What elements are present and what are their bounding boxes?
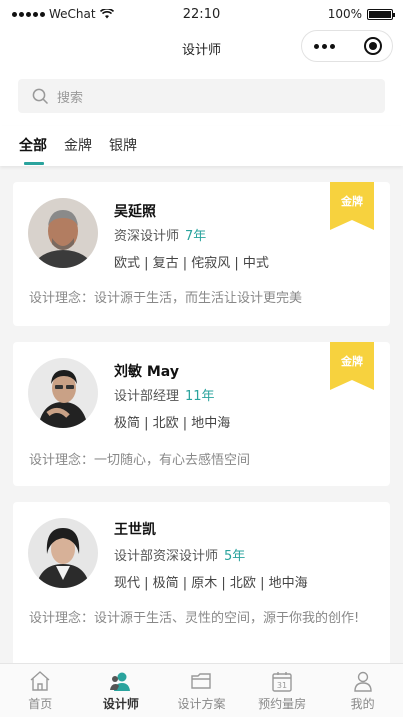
search-icon xyxy=(32,88,49,104)
close-target-icon[interactable] xyxy=(364,37,382,55)
designer-icon xyxy=(109,672,130,691)
tabbar-label: 设计师 xyxy=(102,697,139,711)
tabbar-label: 我的 xyxy=(350,697,375,711)
designer-role: 设计部资深设计师 5年 xyxy=(114,545,245,564)
role-title: 设计部资深设计师 xyxy=(114,549,219,564)
badge-label: 金牌 xyxy=(341,355,363,368)
status-bar: WeChat 22:10 100% xyxy=(0,0,403,30)
nav-bar: 设计师 xyxy=(0,30,403,66)
calendar-day-number: 31 xyxy=(277,681,287,690)
tabbar-label: 首页 xyxy=(28,697,53,711)
tabbar-item-home[interactable]: 首页 xyxy=(0,664,81,717)
avatar xyxy=(28,198,98,268)
design-styles: 欧式 | 复古 | 侘寂风 | 中式 xyxy=(114,256,269,271)
more-icon[interactable] xyxy=(314,43,335,49)
search-placeholder: 搜索 xyxy=(57,90,84,106)
gold-badge: 金牌 xyxy=(330,342,374,390)
gold-badge: 金牌 xyxy=(330,182,374,230)
design-philosophy: 设计理念：设计源于生活、灵性的空间，源于你我的创作! xyxy=(29,611,360,626)
battery-icon xyxy=(367,8,395,20)
tabbar-label: 设计方案 xyxy=(177,697,226,711)
designer-card[interactable]: 刘敏 May 设计部经理 11年 极简 | 北欧 | 地中海 设计理念：一切随心，… xyxy=(13,342,390,486)
tabbar-label: 预约量房 xyxy=(258,697,307,711)
bottom-tab-bar: 首页 设计师 设计方案 31 预约量房 我的 xyxy=(0,663,403,717)
battery-percent: 100% xyxy=(327,7,362,21)
tabbar-item-appointment[interactable]: 31 预约量房 xyxy=(242,664,323,717)
role-title: 资深设计师 xyxy=(114,229,180,244)
tab-all[interactable]: 全部 xyxy=(19,126,47,166)
tab-silver[interactable]: 银牌 xyxy=(109,126,137,166)
tabbar-item-plans[interactable]: 设计方案 xyxy=(161,664,242,717)
avatar xyxy=(28,518,98,588)
search-input[interactable]: 搜索 xyxy=(18,79,385,113)
avatar xyxy=(28,358,98,428)
designer-card[interactable]: 吴延照 资深设计师 7年 欧式 | 复古 | 侘寂风 | 中式 设计理念：设计源于… xyxy=(13,182,390,326)
designer-role: 设计部经理 11年 xyxy=(114,385,215,404)
experience-years: 5年 xyxy=(224,549,246,564)
designer-name: 刘敏 May xyxy=(114,364,179,380)
designer-role: 资深设计师 7年 xyxy=(114,225,206,244)
designer-card[interactable]: 王世凯 设计部资深设计师 5年 现代 | 极简 | 原木 | 北欧 | 地中海 设… xyxy=(13,502,390,672)
filter-tabs: 全部 金牌 银牌 xyxy=(0,126,403,166)
designer-name: 王世凯 xyxy=(114,522,156,538)
badge-label: 金牌 xyxy=(341,195,363,208)
role-title: 设计部经理 xyxy=(114,389,180,404)
home-icon xyxy=(30,671,50,691)
search-area: 搜索 xyxy=(0,66,403,126)
folder-icon xyxy=(191,673,212,689)
design-philosophy: 设计理念：一切随心，有心去感悟空间 xyxy=(29,453,251,468)
design-styles: 极简 | 北欧 | 地中海 xyxy=(114,416,231,431)
miniprogram-capsule xyxy=(301,30,393,62)
design-styles: 现代 | 极简 | 原木 | 北欧 | 地中海 xyxy=(114,576,308,591)
profile-icon xyxy=(353,671,372,692)
experience-years: 11年 xyxy=(185,389,215,404)
battery-status: 100% xyxy=(327,7,395,21)
calendar-icon: 31 xyxy=(272,672,292,692)
designer-name: 吴延照 xyxy=(114,204,156,220)
tabbar-item-designer[interactable]: 设计师 xyxy=(81,664,162,717)
tabbar-item-mine[interactable]: 我的 xyxy=(322,664,403,717)
tab-gold[interactable]: 金牌 xyxy=(64,126,92,166)
design-philosophy: 设计理念：设计源于生活，而生活让设计更完美 xyxy=(29,291,303,306)
experience-years: 7年 xyxy=(185,229,207,244)
